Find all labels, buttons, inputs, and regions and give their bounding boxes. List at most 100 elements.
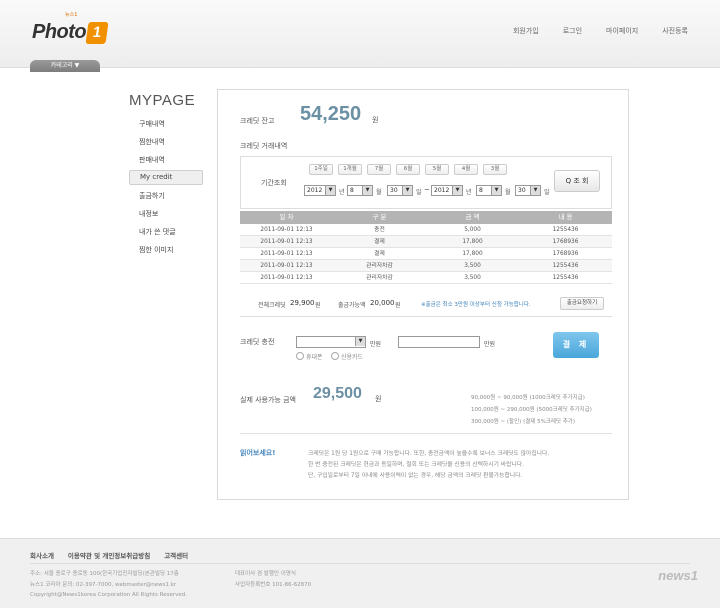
sidebar-item-liked-images[interactable]: 찜한 이미지 bbox=[129, 241, 203, 259]
end-day-unit: 일 bbox=[544, 189, 550, 196]
end-month-unit: 월 bbox=[505, 189, 511, 196]
sidebar-item-my-credit[interactable]: My credit bbox=[129, 170, 203, 185]
footer-address-line: 주소: 서울 종로구 종로동 100(한국기업진자빌딩(본관빌딩 17층 bbox=[30, 571, 179, 577]
bonus-tier-1: 90,000원 ~ 90,000원 (1000크레딧 추가지급) bbox=[471, 395, 585, 401]
sidebar-item-withdraw[interactable]: 출금하기 bbox=[129, 187, 203, 205]
logo-badge: 1 bbox=[85, 22, 109, 44]
start-year-select[interactable]: 2012 bbox=[304, 185, 336, 196]
credit-history-table: 일 자 구 분 금 액 내 용 2011-09-01 12:13 충전 5,00… bbox=[240, 211, 612, 284]
start-month-select[interactable]: 8 bbox=[347, 185, 373, 196]
photo1-logo[interactable]: Photo 1 뉴스1 bbox=[32, 12, 109, 44]
pay-button[interactable]: 결 제 bbox=[553, 332, 599, 358]
sidebar-item-my-comments[interactable]: 내가 쓴 댓글 bbox=[129, 223, 203, 241]
end-day-select[interactable]: 30 bbox=[515, 185, 541, 196]
available-unit: 원 bbox=[375, 395, 382, 403]
header: Photo 1 뉴스1 회원가입 로그인 마이페이지 사진등록 카테고리 ▼ bbox=[0, 0, 720, 72]
total-credit-label: 전체크레딧 bbox=[258, 302, 286, 309]
footer-company-info: 대표이사 겸 발행인 이명식 사업자등록번호 101-86-62870 bbox=[235, 569, 311, 590]
credit-panel: 크레딧 잔고 54,250 원 크레딧 거래내역 1주일 1개월 7월 6월 5… bbox=[217, 89, 629, 500]
cell-date: 2011-09-01 12:13 bbox=[260, 275, 313, 281]
cell-type: 충전 bbox=[374, 227, 385, 233]
period-search-box: 1주일 1개월 7월 6월 5월 4월 3월 기간조회 2012 년 8 월 3… bbox=[240, 156, 612, 209]
cell-content: 1768936 bbox=[552, 251, 579, 257]
end-month-select[interactable]: 8 bbox=[476, 185, 502, 196]
cell-content: 1255436 bbox=[552, 227, 579, 233]
start-day-unit: 일 bbox=[416, 189, 422, 196]
period-may-button[interactable]: 5월 bbox=[425, 164, 449, 175]
footer-ceo-line: 대표이사 겸 발행인 이명식 bbox=[235, 571, 296, 577]
period-july-button[interactable]: 7월 bbox=[367, 164, 391, 175]
cell-date: 2011-09-01 12:13 bbox=[260, 251, 313, 257]
footer-links: 회사소개 이용약관 및 개인정보취급방침 고객센터 bbox=[30, 550, 188, 560]
footer-link-terms[interactable]: 이용약관 및 개인정보취급방침 bbox=[68, 550, 150, 560]
withdraw-notice: ※출금은 최소 3만원 이상부터 신청 가능합니다. bbox=[421, 302, 531, 308]
footer-business-number: 사업자등록번호 101-86-62870 bbox=[235, 581, 312, 588]
table-row: 2011-09-01 12:13 관리자차감 3,500 1255436 bbox=[240, 272, 612, 284]
available-label: 실제 사용가능 금액 bbox=[240, 396, 296, 404]
sidebar-item-purchases[interactable]: 구매내역 bbox=[129, 115, 203, 133]
sidebar-item-sales[interactable]: 판매내역 bbox=[129, 151, 203, 169]
search-button[interactable]: Q 조 회 bbox=[554, 170, 600, 192]
withdrawable-label: 출금가능액 bbox=[338, 302, 366, 309]
start-day-select[interactable]: 30 bbox=[387, 185, 413, 196]
charge-amount-input[interactable] bbox=[398, 336, 480, 348]
start-month-unit: 월 bbox=[376, 189, 382, 196]
logo-mini: 뉴스1 bbox=[65, 12, 78, 18]
period-1week-button[interactable]: 1주일 bbox=[309, 164, 333, 175]
nav-signup[interactable]: 회원가입 bbox=[513, 26, 539, 36]
footer-divider bbox=[30, 563, 690, 564]
col-date: 일 자 bbox=[279, 213, 294, 221]
period-buttons: 1주일 1개월 7월 6월 5월 4월 3월 bbox=[309, 164, 507, 175]
period-june-button[interactable]: 6월 bbox=[396, 164, 420, 175]
charge-amount-select[interactable] bbox=[296, 336, 366, 348]
table-row: 2011-09-01 12:13 관리자차감 3,500 1255436 bbox=[240, 260, 612, 272]
total-credit-unit: 원 bbox=[315, 302, 321, 309]
col-content: 내 용 bbox=[558, 213, 573, 221]
cell-content: 1768936 bbox=[552, 239, 579, 245]
withdraw-request-button[interactable]: 출금요청하기 bbox=[560, 297, 604, 310]
end-year-unit: 년 bbox=[466, 189, 472, 196]
cell-type: 관리자차감 bbox=[366, 275, 393, 281]
cell-type: 관리자차감 bbox=[366, 263, 393, 269]
note-line-3: 단, 구입일로부터 7일 이내에 사용이력이 없는 경우, 해당 금액의 크레딧… bbox=[308, 473, 523, 479]
table-row: 2011-09-01 12:13 충전 5,000 1255436 bbox=[240, 224, 612, 236]
category-button[interactable]: 카테고리 ▼ bbox=[30, 60, 100, 72]
nav-mypage[interactable]: 마이페이지 bbox=[606, 26, 638, 36]
balance-value: 54,250 bbox=[300, 103, 362, 125]
footer-link-about[interactable]: 회사소개 bbox=[30, 550, 54, 560]
table-row: 2011-09-01 12:13 결제 17,800 1768936 bbox=[240, 236, 612, 248]
radio-credit-card[interactable]: 신용카드 bbox=[331, 352, 363, 361]
withdrawable-value: 20,000 bbox=[370, 299, 395, 307]
charge-label: 크레딧 충전 bbox=[240, 338, 275, 346]
credit-summary: 전체크레딧 29,900 원 출금가능액 20,000 원 ※출금은 최소 3만… bbox=[240, 293, 612, 317]
news1-logo[interactable]: news1 bbox=[658, 568, 698, 583]
bonus-tier-3: 300,000원 ~ (할인) (결제 5%크레딧 추가) bbox=[471, 419, 576, 425]
radio-mobile-phone[interactable]: 휴대폰 bbox=[296, 352, 323, 361]
footer-contact-line: 뉴스1 코리아 문의: 02-397-7000, webmaster@news1… bbox=[30, 581, 177, 588]
footer-link-support[interactable]: 고객센터 bbox=[164, 550, 188, 560]
charge-unit-1: 만원 bbox=[370, 341, 382, 348]
footer: 회사소개 이용약관 및 개인정보취급방침 고객센터 주소: 서울 종로구 종로동… bbox=[0, 538, 720, 608]
note-line-2: 한 번 충전된 크레딧은 현금과 동일하며, 철회 또는 크레딧을 신용의 선택… bbox=[308, 462, 524, 468]
period-label: 기간조회 bbox=[261, 179, 287, 187]
sidebar-item-wishlist[interactable]: 찜한내역 bbox=[129, 133, 203, 151]
cell-content: 1255436 bbox=[552, 263, 579, 269]
nav-photo-upload[interactable]: 사진등록 bbox=[662, 26, 688, 36]
available-value: 29,500 bbox=[313, 385, 362, 402]
period-1month-button[interactable]: 1개월 bbox=[338, 164, 362, 175]
period-march-button[interactable]: 3월 bbox=[483, 164, 507, 175]
history-label: 크레딧 거래내역 bbox=[240, 142, 288, 150]
table-row: 2011-09-01 12:13 결제 17,800 1768936 bbox=[240, 248, 612, 260]
nav-login[interactable]: 로그인 bbox=[563, 26, 582, 36]
end-year-select[interactable]: 2012 bbox=[431, 185, 463, 196]
footer-address: 주소: 서울 종로구 종로동 100(한국기업진자빌딩(본관빌딩 17층 뉴스1… bbox=[30, 569, 187, 601]
sidebar-item-my-info[interactable]: 내정보 bbox=[129, 205, 203, 223]
note-line-1: 크레딧은 1원 당 1원으로 구매 가능합니다. 또한, 충전금액이 높을수록 … bbox=[308, 451, 550, 457]
section-divider bbox=[240, 433, 612, 434]
balance-unit: 원 bbox=[372, 116, 379, 124]
period-april-button[interactable]: 4월 bbox=[454, 164, 478, 175]
sidebar-menu: 구매내역 찜한내역 판매내역 My credit 출금하기 내정보 내가 쓴 댓… bbox=[129, 115, 203, 259]
cell-amount: 17,800 bbox=[462, 251, 483, 257]
cell-amount: 5,000 bbox=[464, 227, 481, 233]
cell-content: 1255436 bbox=[552, 275, 579, 281]
